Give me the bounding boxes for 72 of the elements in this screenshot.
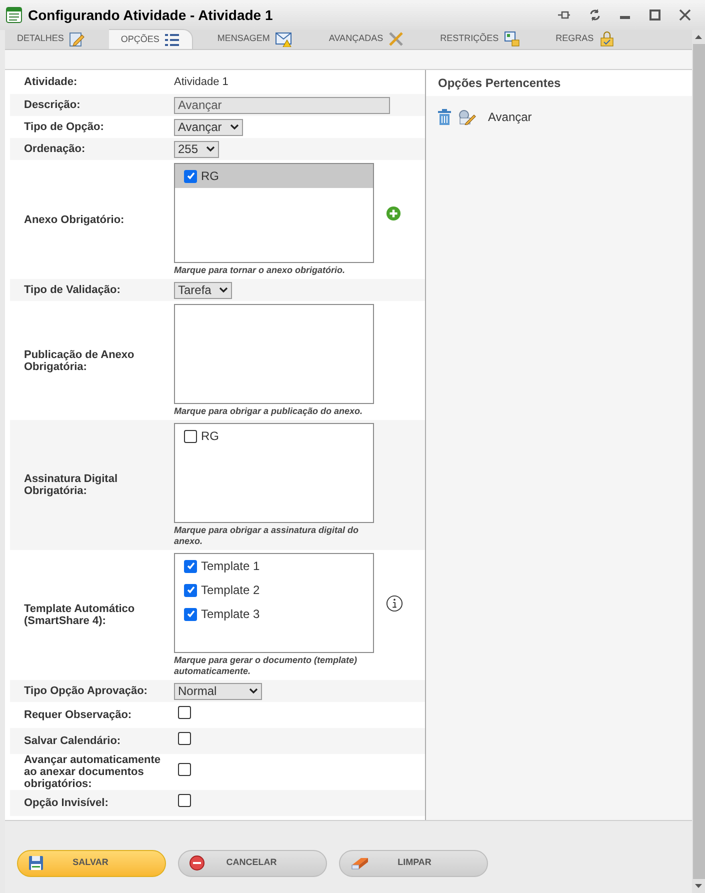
stop-icon (189, 855, 205, 871)
checklist-item[interactable]: Template 3 (175, 602, 373, 626)
save-button[interactable]: SALVAR (17, 850, 166, 876)
checkbox[interactable] (178, 794, 191, 808)
chevron-down-icon (230, 124, 239, 130)
tab[interactable]: OPÇÕES (108, 29, 194, 49)
checkbox[interactable] (184, 608, 197, 621)
edit-icon[interactable] (458, 109, 476, 125)
field-label: Tipo de Opção: (24, 121, 105, 134)
refresh-icon[interactable] (589, 9, 601, 21)
description-field[interactable]: Avançar (174, 96, 390, 114)
field-label: Salvar Calendário: (24, 734, 122, 747)
eraser-icon (350, 856, 370, 870)
chevron-down-icon (206, 146, 216, 152)
hint-text: Marque para obrigar a publicação do anexo. (174, 406, 364, 418)
checklist-item[interactable]: Template 2 (175, 578, 373, 602)
scrollbar[interactable] (692, 30, 705, 893)
field-label: Requer Observação: (24, 709, 133, 722)
field-label: Tipo de Validação: (24, 284, 122, 296)
envelope-warning-icon (274, 31, 293, 47)
field-label: Descrição: (24, 99, 82, 112)
tools-icon (388, 31, 404, 47)
checkbox[interactable] (184, 430, 197, 443)
close-icon[interactable] (679, 9, 691, 21)
panel-title: Opções Pertencentes (438, 75, 561, 92)
edit-icon (68, 31, 85, 47)
checklist-item[interactable]: RG (175, 164, 373, 188)
activity-name: Atividade 1 (174, 74, 228, 90)
tab[interactable]: DETALHES (5, 29, 97, 49)
trash-icon[interactable] (437, 108, 452, 126)
maximize-icon[interactable] (649, 9, 661, 21)
dropdown[interactable]: Normal (174, 682, 262, 700)
checklist-item[interactable]: RG (175, 424, 373, 448)
field-label: Template Automático (SmartShare 4): (24, 603, 136, 628)
tab[interactable]: AVANÇADAS (316, 29, 416, 49)
field-label: Atividade: (24, 74, 78, 90)
window-icon (6, 7, 22, 23)
hint-text: Marque para tornar o anexo obrigatório. (174, 265, 346, 276)
lock-icon (504, 31, 520, 47)
clear-button[interactable]: LIMPAR (339, 850, 488, 876)
info-icon[interactable] (386, 594, 403, 612)
checkbox[interactable] (178, 706, 191, 720)
field-label: Opção Invisível: (24, 797, 110, 810)
hint-text: Marque para gerar o documento (template) automaticamente. (174, 655, 358, 678)
checkbox[interactable] (184, 584, 197, 597)
window-title: Configurando Atividade - Atividade 1 (28, 6, 273, 25)
dropdown[interactable]: 255 (174, 140, 220, 158)
tab[interactable]: MENSAGEM (205, 29, 305, 49)
field-label: Ordenação: (24, 143, 86, 156)
tab[interactable]: REGRAS (544, 29, 627, 49)
dropdown[interactable]: Tarefa (174, 282, 232, 299)
pin-icon[interactable] (557, 10, 571, 20)
checkbox[interactable] (184, 560, 197, 573)
tab[interactable]: RESTRIÇÕES (428, 29, 532, 49)
chevron-down-icon (219, 287, 228, 294)
list-icon (164, 32, 180, 48)
lock-icon (598, 31, 615, 47)
chevron-down-icon (249, 688, 258, 694)
option-item[interactable]: Avançar (488, 108, 532, 126)
field-label: Publicação de Anexo Obrigatória: (24, 348, 136, 373)
checkbox[interactable] (184, 170, 197, 183)
checkbox[interactable] (178, 763, 191, 776)
field-label: Avançar automaticamente ao anexar documentos obrigatórios: (24, 754, 162, 790)
dropdown[interactable]: Avançar (174, 118, 243, 136)
field-label: Anexo Obrigatório: (24, 214, 126, 226)
hint-text: Marque para obrigar a assinatura digital do anexo. (174, 525, 360, 548)
checkbox[interactable] (178, 732, 191, 745)
field-label: Assinatura Digital Obrigatória: (24, 473, 119, 498)
field-label: Tipo Opção Aprovação: (24, 685, 148, 698)
checklist-item[interactable]: Template 1 (175, 554, 373, 578)
add-icon[interactable] (386, 206, 401, 221)
cancel-button[interactable]: CANCELAR (178, 850, 327, 876)
